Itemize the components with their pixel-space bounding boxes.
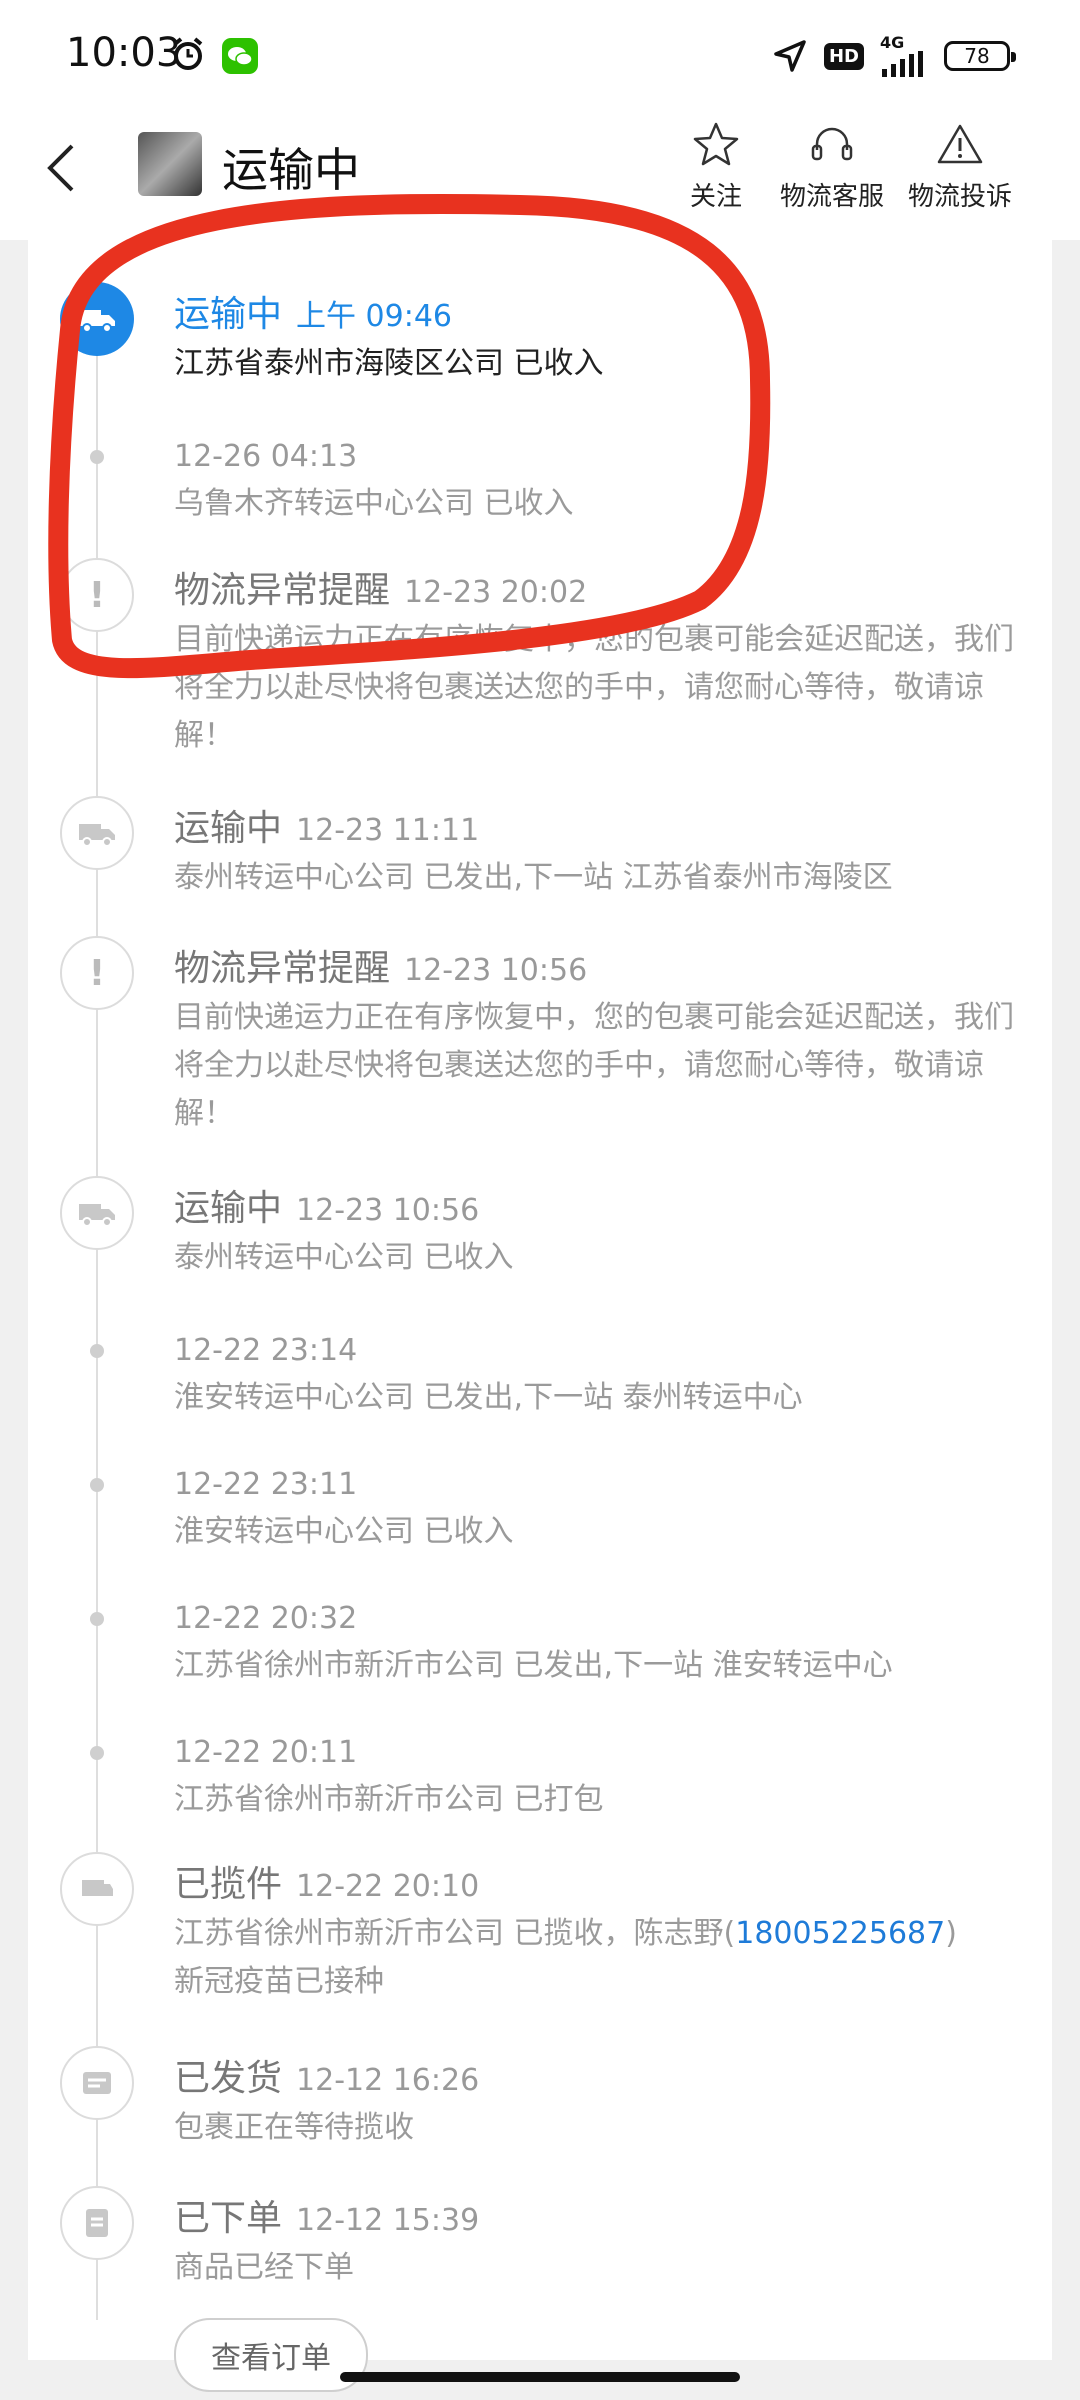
- event-text: 目前快递运力正在有序恢复中，您的包裹可能会延迟配送，我们将全力以赴尽快将包裹送达…: [174, 1000, 1014, 1131]
- event-time: 12-12 16:26: [296, 2063, 480, 2098]
- event-status: 物流异常提醒: [174, 570, 391, 611]
- battery-level: 78: [964, 44, 990, 68]
- event-time: 12-23 20:02: [404, 575, 588, 610]
- shop-avatar: [138, 132, 202, 196]
- event-status: 运输中: [174, 808, 283, 849]
- event-text: 淮安转运中心公司 已收入: [174, 1514, 514, 1549]
- exclamation-icon: !: [60, 558, 134, 632]
- hd-badge: HD: [823, 42, 864, 70]
- event-text: 商品已经下单: [174, 2250, 354, 2285]
- timeline-dot: [90, 450, 104, 464]
- timeline-dot: [90, 1344, 104, 1358]
- event-status: 已发货: [174, 2058, 283, 2099]
- timeline-event: 已发货 12-12 16:26 包裹正在等待揽收: [174, 2056, 1034, 2152]
- event-text: 泰州转运中心公司 已收入: [174, 1240, 514, 1275]
- follow-label: 关注: [689, 182, 742, 212]
- event-status: 运输中: [174, 1188, 283, 1229]
- event-text: 泰州转运中心公司 已发出,下一站 江苏省泰州市海陵区: [174, 860, 893, 895]
- follow-button[interactable]: 关注: [656, 120, 776, 213]
- event-time: 12-22 23:14: [174, 1333, 358, 1368]
- timeline-event: 12-22 23:14 淮安转运中心公司 已发出,下一站 泰州转运中心: [174, 1326, 1034, 1422]
- event-text: 目前快递运力正在有序恢复中，您的包裹可能会延迟配送，我们将全力以赴尽快将包裹送达…: [174, 622, 1014, 753]
- signal-icon: [882, 51, 923, 77]
- timeline-event: 12-22 20:11 江苏省徐州市新沂市公司 已打包: [174, 1728, 1034, 1824]
- view-order-button[interactable]: 查看订单: [174, 2318, 368, 2392]
- event-status: 已下单: [174, 2198, 283, 2239]
- event-time: 12-23 11:11: [296, 813, 480, 848]
- truck-icon: [60, 282, 134, 356]
- event-time: 12-23 10:56: [296, 1193, 480, 1228]
- event-text: 乌鲁木齐转运中心公司 已收入: [174, 486, 574, 521]
- event-time: 12-22 23:11: [174, 1467, 358, 1502]
- complaint-label: 物流投诉: [907, 182, 1012, 212]
- courier-phone-link[interactable]: 18005225687: [735, 1916, 945, 1951]
- event-text: 江苏省泰州市海陵区公司 已收入: [174, 346, 604, 381]
- package-icon: [60, 1852, 134, 1926]
- timeline-event: 物流异常提醒 12-23 10:56 目前快递运力正在有序恢复中，您的包裹可能会延…: [174, 946, 1034, 1138]
- page-title: 运输中: [222, 143, 360, 197]
- timeline-event: 已下单 12-12 15:39 商品已经下单: [174, 2196, 1034, 2292]
- network-label: 4G: [880, 33, 905, 52]
- event-text-close: ): [945, 1916, 957, 1951]
- event-time: 12-12 15:39: [296, 2203, 480, 2238]
- timeline-dot: [90, 1746, 104, 1760]
- back-arrow-icon[interactable]: [34, 138, 94, 198]
- alarm-icon: [173, 37, 203, 70]
- event-time: 12-23 10:56: [404, 953, 588, 988]
- warning-icon: [937, 124, 983, 164]
- status-bar: 10:03 HD 4G 78: [0, 0, 1080, 110]
- event-note: 新冠疫苗已接种: [174, 1964, 384, 1999]
- logistics-card: [28, 240, 1052, 2360]
- home-indicator[interactable]: [340, 2372, 740, 2382]
- timeline-event: 运输中 12-23 11:11 泰州转运中心公司 已发出,下一站 江苏省泰州市海陵…: [174, 806, 1034, 902]
- event-status: 物流异常提醒: [174, 948, 391, 989]
- event-time: 上午 09:46: [296, 299, 453, 334]
- top-nav: 运输中 关注 物流客服 物流投诉: [0, 110, 1080, 240]
- timeline-event: 运输中 上午 09:46 江苏省泰州市海陵区公司 已收入: [174, 292, 1034, 388]
- event-time: 12-22 20:10: [296, 1869, 480, 1904]
- document-icon: [60, 2186, 134, 2260]
- box-icon: [60, 2046, 134, 2120]
- headset-icon: [811, 127, 853, 161]
- wechat-icon: [222, 38, 258, 74]
- timeline-event: 已揽件 12-22 20:10 江苏省徐州市新沂市公司 已揽收，陈志野(18005…: [174, 1862, 1034, 2006]
- event-text: 江苏省徐州市新沂市公司 已打包: [174, 1782, 604, 1817]
- timeline-event: 12-22 23:11 淮安转运中心公司 已收入: [174, 1460, 1034, 1556]
- truck-icon: [60, 796, 134, 870]
- clock: 10:03: [66, 30, 182, 76]
- truck-icon: [60, 1176, 134, 1250]
- event-time: 12-26 04:13: [174, 439, 358, 474]
- event-time: 12-22 20:32: [174, 1601, 358, 1636]
- event-status: 运输中: [174, 294, 283, 335]
- exclamation-icon: !: [60, 936, 134, 1010]
- event-text: 江苏省徐州市新沂市公司 已发出,下一站 淮安转运中心: [174, 1648, 893, 1683]
- complaint-button[interactable]: 物流投诉: [900, 120, 1020, 213]
- timeline-event: 物流异常提醒 12-23 20:02 目前快递运力正在有序恢复中，您的包裹可能会延…: [174, 568, 1034, 760]
- timeline-event: 运输中 12-23 10:56 泰州转运中心公司 已收入: [174, 1186, 1034, 1282]
- event-text: 包裹正在等待揽收: [174, 2110, 414, 2145]
- event-time: 12-22 20:11: [174, 1735, 358, 1770]
- event-text-main: 江苏省徐州市新沂市公司 已揽收，陈志野(: [174, 1916, 736, 1951]
- event-status: 已揽件: [174, 1864, 283, 1905]
- customer-service-label: 物流客服: [779, 182, 884, 212]
- event-text: 江苏省徐州市新沂市公司 已揽收，陈志野(18005225687): [174, 1910, 1034, 1958]
- location-arrow-icon: [774, 40, 806, 72]
- timeline-event: 12-26 04:13 乌鲁木齐转运中心公司 已收入: [174, 432, 1034, 528]
- battery-icon: 78: [944, 41, 1016, 71]
- event-text: 淮安转运中心公司 已发出,下一站 泰州转运中心: [174, 1380, 803, 1415]
- customer-service-button[interactable]: 物流客服: [772, 120, 892, 213]
- timeline-dot: [90, 1612, 104, 1626]
- star-icon: [693, 122, 739, 166]
- timeline-event: 12-22 20:32 江苏省徐州市新沂市公司 已发出,下一站 淮安转运中心: [174, 1594, 1034, 1690]
- timeline-dot: [90, 1478, 104, 1492]
